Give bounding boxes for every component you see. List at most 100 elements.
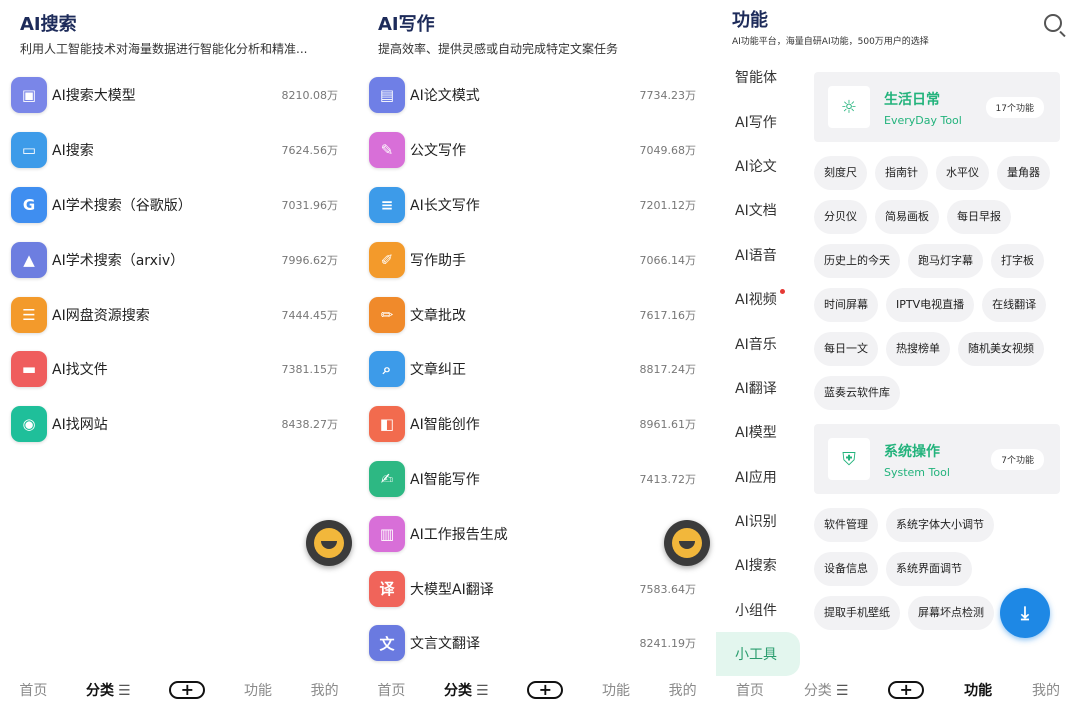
sidebar-item[interactable]: AI模型 [716, 410, 800, 454]
feature-chip[interactable]: 跑马灯字幕 [908, 244, 983, 278]
usage-count: 7734.23万 [639, 89, 697, 103]
item-label: 写作助手 [410, 252, 466, 269]
ai-writing-panel: AI写作 提高效率、提供灵感或自动完成特定文案任务 ▤ AI论文模式 7734.23… [358, 0, 716, 716]
usage-count: 7201.12万 [639, 198, 697, 212]
assistant-avatar-button[interactable] [306, 520, 352, 566]
usage-count: 8210.08万 [281, 89, 339, 103]
sidebar-item[interactable]: AI视频 [716, 277, 800, 321]
list-item[interactable]: ▤ AI论文模式 7734.23万 [358, 68, 716, 123]
feature-chip[interactable]: IPTV电视直播 [886, 288, 975, 322]
item-label: 大模型AI翻译 [410, 581, 494, 598]
list-item[interactable]: ⌕ 文章纠正 8817.24万 [358, 342, 716, 397]
tab-category[interactable]: 分类 ☰ [86, 680, 131, 700]
list-item[interactable]: ✍ AI智能写作 7413.72万 [358, 452, 716, 507]
feature-chip[interactable]: 打字板 [991, 244, 1044, 278]
tab-category-label: 分类 [86, 683, 115, 699]
sidebar-item[interactable]: AI音乐 [716, 321, 800, 365]
list-item[interactable]: ▬ AI找文件 7381.15万 [0, 342, 358, 397]
feature-chip[interactable]: 系统界面调节 [886, 552, 972, 586]
pen-cup-icon: ✐ [369, 241, 405, 278]
feature-chip[interactable]: 分贝仪 [814, 200, 867, 234]
download-icon: ⤓ [1021, 602, 1029, 624]
sidebar-item[interactable]: AI识别 [716, 499, 800, 543]
list-item[interactable]: ✐ 写作助手 7066.14万 [358, 232, 716, 287]
sidebar-item[interactable]: AI搜索 [716, 543, 800, 587]
add-button[interactable]: + [169, 681, 206, 699]
add-button[interactable]: + [888, 681, 925, 699]
list-item[interactable]: 文文言文翻译 8241.19万 [358, 616, 716, 671]
item-label: 文言文翻译 [410, 636, 480, 653]
feature-chip[interactable]: 屏幕坏点检测 [908, 596, 994, 630]
add-button[interactable]: + [527, 681, 564, 699]
sidebar-item[interactable]: 智能体 [716, 55, 800, 99]
list-item[interactable]: G AI学术搜索（谷歌版） 7031.96万 [0, 178, 358, 233]
category-english-name: EveryDay Tool [884, 114, 962, 127]
tab-features[interactable]: 功能 [602, 680, 630, 700]
feature-chip[interactable]: 刻度尺 [814, 156, 867, 190]
tab-mine[interactable]: 我的 [311, 680, 339, 700]
tab-features[interactable]: 功能 [244, 680, 272, 700]
tab-features[interactable]: 功能 [964, 680, 992, 700]
tab-category[interactable]: 分类 ☰ [444, 680, 489, 700]
sidebar-item[interactable]: AI语音 [716, 233, 800, 277]
sidebar-item[interactable]: AI论文 [716, 144, 800, 188]
feature-chip[interactable]: 热搜榜单 [886, 332, 950, 366]
feature-chip[interactable]: 每日早报 [947, 200, 1011, 234]
sidebar-item[interactable]: AI文档 [716, 188, 800, 232]
category-card[interactable]: ☼ 生活日常 EveryDay Tool 17个功能 [814, 72, 1060, 142]
feature-chip[interactable]: 随机美女视频 [958, 332, 1044, 366]
feature-chip[interactable]: 每日一文 [814, 332, 878, 366]
item-label: AI论文模式 [410, 88, 480, 105]
clipboard-icon: ▥ [369, 515, 405, 552]
list-item[interactable]: ▥AI工作报告生成827 [358, 506, 716, 561]
category-count-badge: 7个功能 [991, 449, 1044, 470]
search-icon[interactable] [1044, 14, 1062, 32]
tab-home[interactable]: 首页 [19, 680, 47, 700]
item-label: AI智能写作 [410, 471, 480, 488]
feature-chip[interactable]: 设备信息 [814, 552, 878, 586]
document-search-icon: ⌕ [369, 351, 405, 388]
tab-mine[interactable]: 我的 [1032, 680, 1060, 700]
tab-category[interactable]: 分类 ☰ [804, 680, 849, 700]
list-item[interactable]: ✎ 公文写作 7049.68万 [358, 123, 716, 178]
laptop-icon: ▭ [11, 132, 47, 169]
feature-chip[interactable]: 蓝奏云软件库 [814, 376, 900, 410]
feature-chip[interactable]: 指南针 [875, 156, 928, 190]
sidebar-item[interactable]: AI写作 [716, 99, 800, 143]
download-button[interactable]: ⤓ [1000, 588, 1050, 638]
feature-chip[interactable]: 系统字体大小调节 [886, 508, 994, 542]
list-item[interactable]: 译大模型AI翻译 7583.64万 [358, 561, 716, 616]
sidebar-item-label: AI模型 [735, 425, 777, 442]
feature-chip[interactable]: 简易画板 [875, 200, 939, 234]
assistant-avatar-button[interactable] [664, 520, 710, 566]
feature-chip[interactable]: 软件管理 [814, 508, 878, 542]
tab-home[interactable]: 首页 [736, 680, 764, 700]
folder-icon: ▬ [11, 351, 47, 388]
list-item[interactable]: ▣ AI搜索大模型 8210.08万 [0, 68, 358, 123]
list-item[interactable]: ☰ AI网盘资源搜索 7444.45万 [0, 287, 358, 342]
tab-mine[interactable]: 我的 [669, 680, 697, 700]
feature-chip-group: 刻度尺 指南针 水平仪 量角器分贝仪 简易画板 每日早报历史上的今天 跑马灯字幕 打字板时间屏… [814, 156, 1060, 410]
page-title: 功能 [732, 10, 768, 31]
feature-chip[interactable]: 量角器 [997, 156, 1050, 190]
item-label: AI找网站 [52, 417, 108, 434]
feature-chip[interactable]: 时间屏幕 [814, 288, 878, 322]
list-item[interactable]: ◉ AI找网站 8438.27万 [0, 397, 358, 452]
list-item[interactable]: ✏ 文章批改 7617.16万 [358, 287, 716, 342]
feature-chip[interactable]: 在线翻译 [982, 288, 1047, 322]
notification-dot [780, 288, 785, 294]
list-item[interactable]: ≡ AI长文写作 7201.12万 [358, 178, 716, 233]
sidebar-item[interactable]: 小组件 [716, 588, 800, 632]
sidebar-item[interactable]: AI翻译 [716, 366, 800, 410]
category-card[interactable]: ⛨ 系统操作 System Tool 7个功能 [814, 424, 1060, 494]
feature-chip[interactable]: 历史上的今天 [814, 244, 900, 278]
sidebar-item[interactable]: AI应用 [716, 455, 800, 499]
list-item[interactable]: ▭ AI搜索 7624.56万 [0, 123, 358, 178]
feature-chip[interactable]: 水平仪 [936, 156, 989, 190]
menu-icon: ☰ [476, 683, 489, 699]
list-item[interactable]: ◧ AI智能创作 8961.61万 [358, 397, 716, 452]
tab-home[interactable]: 首页 [377, 680, 405, 700]
feature-chip[interactable]: 提取手机壁纸 [814, 596, 900, 630]
list-item[interactable]: ▲ AI学术搜索（arxiv） 7996.62万 [0, 232, 358, 287]
sidebar-item-label: 智能体 [735, 70, 777, 87]
